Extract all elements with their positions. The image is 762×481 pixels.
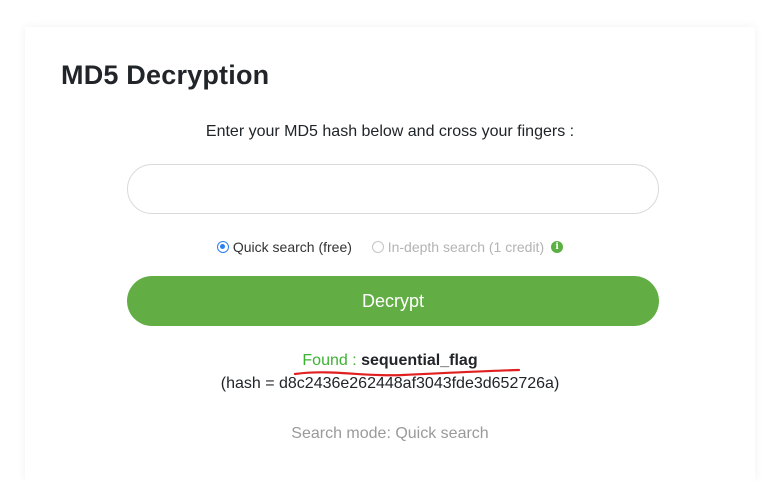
quick-search-radio[interactable] (216, 241, 229, 254)
quick-search-label: Quick search (free) (232, 239, 352, 256)
md5-decryption-card: MD5 Decryption Enter your MD5 hash below… (25, 27, 755, 481)
page-title: MD5 Decryption (61, 60, 270, 90)
quick-search-option[interactable]: Quick search (free) (216, 239, 352, 256)
indepth-search-radio[interactable] (371, 241, 384, 254)
indepth-search-label: In-depth search (1 credit) (387, 239, 545, 256)
info-icon[interactable]: i (551, 241, 564, 254)
hash-line: (hash = d8c2436e262448af3043fde3d652726a… (220, 375, 560, 392)
search-mode-text: Search mode: Quick search (291, 425, 489, 442)
hash-input[interactable] (127, 164, 659, 214)
instruction-text: Enter your MD5 hash below and cross your… (205, 123, 575, 140)
indepth-search-option[interactable]: In-depth search (1 credit) i (371, 239, 564, 256)
search-mode-options: Quick search (free) In-depth search (1 c… (25, 238, 755, 255)
decrypt-button[interactable]: Decrypt (127, 276, 659, 326)
